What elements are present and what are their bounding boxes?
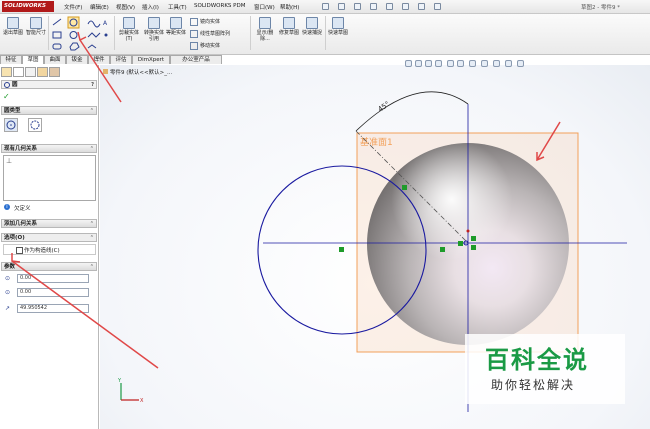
relation-marker: [471, 236, 476, 241]
angle-dimension-arc: [355, 91, 469, 132]
coincident-marker: [402, 185, 407, 190]
plane-label: 基准面1: [360, 136, 393, 148]
watermark-title: 百科全说: [485, 346, 589, 374]
angle-dimension: 45°: [377, 100, 392, 114]
relation-marker: [458, 241, 463, 246]
svg-text:X: X: [140, 398, 144, 404]
watermark-subtitle: 助你轻松解决: [491, 378, 576, 392]
watermark: 百科全说 助你轻松解决: [465, 334, 625, 404]
relation-marker: [471, 245, 476, 250]
annotation-arrow: [11, 260, 159, 369]
origin-marker: [466, 229, 470, 233]
relation-marker: [440, 247, 445, 252]
annotation-arrow: [79, 39, 122, 103]
center-point-marker: [339, 247, 344, 252]
